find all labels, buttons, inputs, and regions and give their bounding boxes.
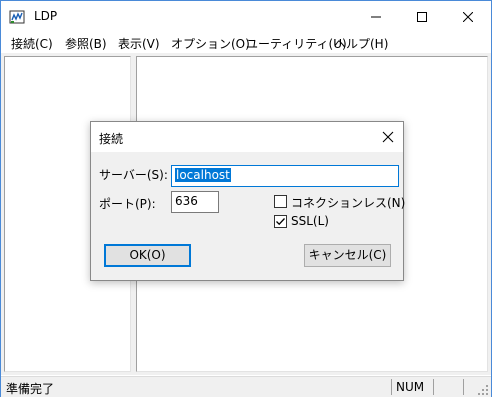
dialog-title-bar[interactable]: 接続 <box>91 122 403 152</box>
ssl-checkbox[interactable] <box>274 215 287 228</box>
port-label: ポート(P): <box>99 197 156 211</box>
server-value: localhost <box>175 168 231 182</box>
close-button[interactable] <box>445 1 491 32</box>
menu-utilities[interactable]: ユーティリティ(U) <box>246 35 347 52</box>
menu-help[interactable]: ヘルプ(H) <box>334 35 388 52</box>
server-label: サーバー(S): <box>99 168 168 182</box>
maximize-button[interactable] <box>399 1 445 32</box>
close-icon <box>463 11 473 22</box>
status-cell-empty <box>433 379 463 395</box>
status-bar: 準備完了 NUM <box>1 376 491 397</box>
window-title: LDP <box>34 9 58 23</box>
menu-options[interactable]: オプション(O) <box>171 35 250 52</box>
minimize-icon <box>371 16 381 17</box>
server-input[interactable]: localhost <box>171 165 399 187</box>
title-bar[interactable]: LDP <box>1 1 491 32</box>
menu-browse[interactable]: 参照(B) <box>65 35 107 52</box>
cancel-button[interactable]: キャンセル(C) <box>304 244 391 267</box>
connect-dialog: 接続 サーバー(S): localhost ポート(P): 636 コネクション… <box>90 121 405 281</box>
status-text: 準備完了 <box>6 382 55 396</box>
dialog-close-icon[interactable] <box>381 130 395 144</box>
menu-view[interactable]: 表示(V) <box>118 35 160 52</box>
port-value: 636 <box>175 194 198 208</box>
num-lock-indicator: NUM <box>391 379 431 395</box>
connectionless-label[interactable]: コネクションレス(N) <box>291 194 405 211</box>
port-input[interactable]: 636 <box>171 191 219 213</box>
menu-bar: 接続(C) 参照(B) 表示(V) オプション(O) ユーティリティ(U) ヘル… <box>1 32 491 52</box>
connectionless-checkbox[interactable] <box>274 195 287 208</box>
resize-grip-icon[interactable] <box>477 384 489 396</box>
ssl-label[interactable]: SSL(L) <box>291 214 329 228</box>
ok-button[interactable]: OK(O) <box>104 244 191 267</box>
status-cell-empty-2 <box>463 379 477 395</box>
menu-connection[interactable]: 接続(C) <box>11 35 53 52</box>
ldp-window: LDP 接続(C) 参照(B) 表示(V) オプション(O) ユーティリティ(U… <box>0 0 492 397</box>
dialog-title: 接続 <box>99 132 124 146</box>
checkmark-icon <box>276 218 285 226</box>
minimize-button[interactable] <box>353 1 399 32</box>
ldp-app-icon[interactable] <box>9 9 25 25</box>
maximize-icon <box>417 11 427 22</box>
